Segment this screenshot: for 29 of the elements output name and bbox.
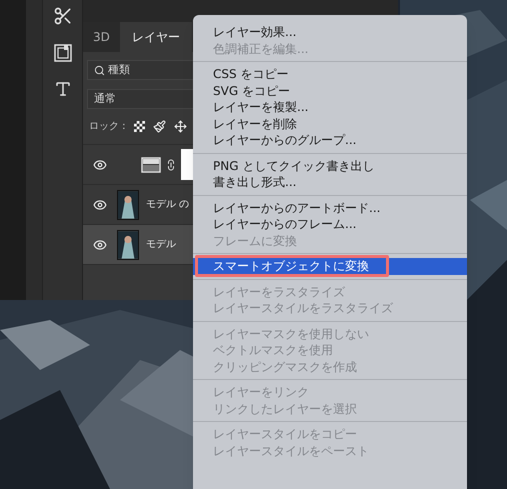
move-icon[interactable] bbox=[174, 120, 187, 133]
eye-icon[interactable] bbox=[93, 158, 107, 172]
eye-icon[interactable] bbox=[93, 238, 107, 252]
layer-name: モデル の bbox=[146, 198, 190, 212]
type-icon[interactable] bbox=[54, 80, 72, 98]
eye-icon[interactable] bbox=[93, 198, 107, 212]
menu-item[interactable]: レイヤー効果... bbox=[193, 24, 467, 40]
checkerboard-icon[interactable] bbox=[134, 121, 145, 132]
layer-name: モデル bbox=[146, 238, 176, 252]
menu-item[interactable]: CSS をコピー bbox=[193, 66, 467, 82]
panel-tab[interactable]: レイヤー bbox=[120, 22, 192, 52]
menu-item[interactable]: PNG としてクイック書き出し bbox=[193, 158, 467, 174]
menu-item[interactable]: SVG をコピー bbox=[193, 82, 467, 99]
thumbnail bbox=[117, 230, 139, 260]
menu-item[interactable]: レイヤーを複製... bbox=[193, 99, 467, 116]
menu-item[interactable]: レイヤーからのアートボード... bbox=[193, 200, 467, 216]
thumbnail bbox=[117, 190, 139, 220]
link-icon bbox=[165, 158, 177, 170]
panel-icon[interactable] bbox=[54, 44, 72, 62]
menu-item[interactable]: スマートオブジェクトに変換 bbox=[193, 258, 467, 274]
menu-item[interactable]: 書き出し形式... bbox=[193, 174, 467, 190]
lock-label: ロック : bbox=[89, 120, 126, 134]
menu-item[interactable]: レイヤーからのグループ... bbox=[193, 132, 467, 148]
menu-item[interactable]: レイヤーからのフレーム... bbox=[193, 216, 467, 232]
scissors-icon[interactable] bbox=[52, 6, 72, 26]
menu-item[interactable]: レイヤーを削除 bbox=[193, 116, 467, 132]
gradient-map-icon bbox=[141, 156, 161, 172]
search-icon bbox=[94, 64, 105, 76]
brush-icon[interactable] bbox=[152, 120, 166, 133]
